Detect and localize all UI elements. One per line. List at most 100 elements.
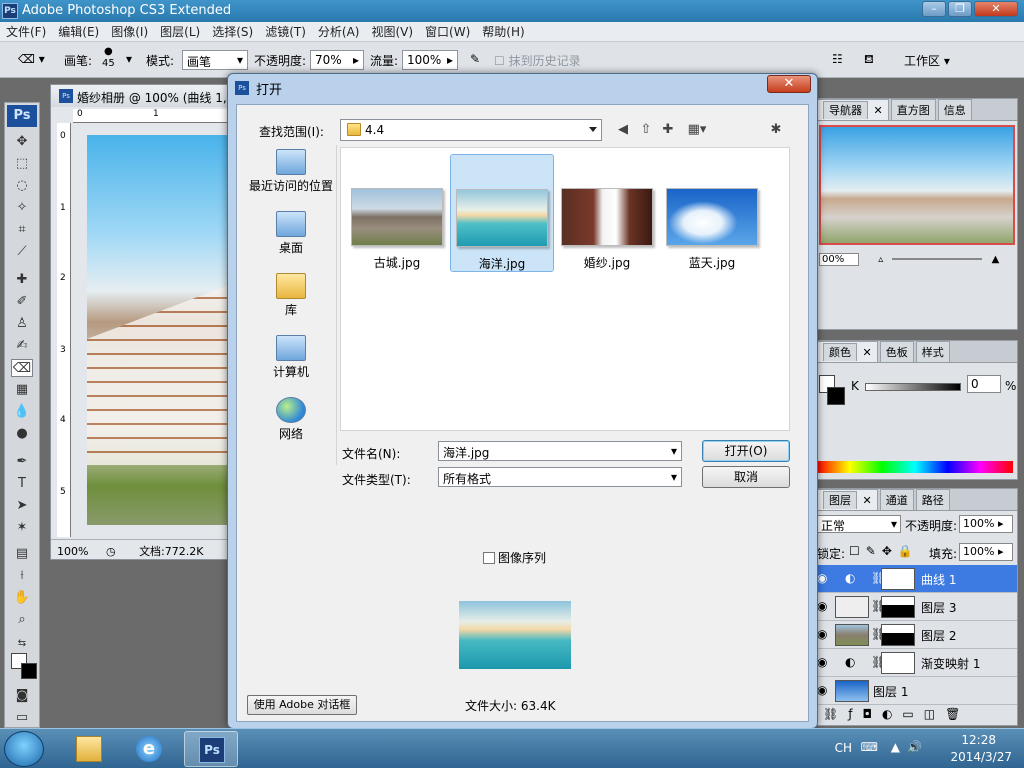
start-button[interactable]	[4, 731, 44, 767]
palette-icon[interactable]: ☷	[832, 52, 843, 66]
file-item[interactable]: 蓝天.jpg	[660, 154, 764, 272]
ruler-top[interactable]: 0 1	[73, 109, 229, 123]
tab-layers[interactable]: 图层 ✕	[817, 489, 878, 510]
layer-row[interactable]: ◉ 图层 1	[813, 677, 1017, 705]
tab-info[interactable]: 信息	[937, 99, 972, 120]
visibility-eye-icon[interactable]: ◉	[817, 683, 827, 697]
quick-mask-icon[interactable]: ◙	[11, 687, 33, 705]
image-canvas[interactable]	[87, 135, 229, 525]
filetype-select[interactable]: 所有格式 ▾	[438, 467, 682, 487]
dialog-title-bar[interactable]: Ps 打开	[228, 74, 817, 102]
hand-tool-icon[interactable]: ✋	[11, 589, 33, 607]
tab-color[interactable]: 颜色 ✕	[817, 341, 878, 362]
type-tool-icon[interactable]: T	[11, 475, 33, 493]
bridge-icon[interactable]: ⛾	[864, 52, 874, 68]
menu-layer[interactable]: 图层(L)	[160, 23, 200, 40]
back-icon[interactable]: ◀	[614, 121, 632, 139]
menu-select[interactable]: 选择(S)	[212, 23, 253, 40]
k-slider[interactable]	[865, 383, 961, 391]
fill-input[interactable]: 100% ▸	[959, 543, 1013, 561]
new-folder-icon[interactable]: ✚	[659, 121, 677, 139]
mode-select[interactable]: 画笔 ▾	[182, 50, 248, 70]
navigator-zoom-input[interactable]: 00%	[819, 253, 859, 266]
brush-preset-picker[interactable]: ● 45	[102, 46, 115, 70]
tab-channels[interactable]: 通道	[879, 489, 914, 510]
opacity-input[interactable]: 70% ▸	[310, 50, 364, 70]
place-computer[interactable]: 计算机	[245, 333, 337, 391]
path-select-tool-icon[interactable]: ➤	[11, 497, 33, 515]
menu-analysis[interactable]: 分析(A)	[318, 23, 360, 40]
blend-mode-select[interactable]: 正常 ▾	[817, 515, 901, 533]
visibility-eye-icon[interactable]: ◉	[817, 571, 827, 585]
layer-row[interactable]: ◉ ⛓ 图层 2	[813, 621, 1017, 649]
menu-filter[interactable]: 滤镜(T)	[265, 23, 306, 40]
eraser-tool-icon[interactable]: ⌫ ▾	[18, 52, 45, 66]
flow-input[interactable]: 100% ▸	[402, 50, 458, 70]
bridge-folder-icon[interactable]: ✱	[767, 121, 785, 139]
clock-date[interactable]: 2014/3/27	[950, 750, 1012, 764]
navigator-zoom-slider[interactable]	[892, 258, 983, 260]
layer-actions-bar[interactable]: ⛓ƒ◘◐▭◫🗑	[813, 705, 1017, 725]
layer-row[interactable]: ◉ ◐ ⛓ 曲线 1	[813, 565, 1017, 593]
minimize-button[interactable]: –	[922, 1, 946, 17]
color-bg-swatch[interactable]	[827, 387, 845, 405]
healing-brush-icon[interactable]: ✚	[11, 271, 33, 289]
view-menu-icon[interactable]: ▦▾	[683, 121, 711, 139]
layer-row[interactable]: ◉ ◐ ⛓ 渐变映射 1	[813, 649, 1017, 677]
blur-tool-icon[interactable]: 💧	[11, 403, 33, 421]
keyboard-icon[interactable]: ⌨	[861, 740, 878, 754]
tab-swatches[interactable]: 色板	[879, 341, 914, 362]
restore-button[interactable]: ❐	[948, 1, 972, 17]
visibility-eye-icon[interactable]: ◉	[817, 599, 827, 613]
tab-histogram[interactable]: 直方图	[890, 99, 936, 120]
file-item[interactable]: 海洋.jpg	[450, 154, 554, 272]
navigator-thumbnail[interactable]	[819, 125, 1015, 245]
cancel-button[interactable]: 取消	[702, 466, 790, 488]
erase-to-history-checkbox[interactable]: ☐ 抹到历史记录	[494, 52, 581, 69]
taskbar-explorer[interactable]	[62, 731, 116, 767]
zoom-out-icon[interactable]: ▵	[878, 254, 883, 265]
place-network[interactable]: 网络	[245, 395, 337, 453]
status-info-icon[interactable]: ◷	[106, 545, 116, 558]
crop-tool-icon[interactable]: ⌗	[11, 221, 33, 239]
background-color-swatch[interactable]	[21, 663, 37, 679]
history-brush-icon[interactable]: ✍	[11, 337, 33, 355]
brush-dropdown-icon[interactable]: ▾	[126, 52, 132, 66]
slice-tool-icon[interactable]: ⟋	[11, 243, 33, 261]
file-item[interactable]: 古城.jpg	[345, 154, 449, 272]
file-item[interactable]: 婚纱.jpg	[555, 154, 659, 272]
clone-stamp-icon[interactable]: ♙	[11, 315, 33, 333]
image-sequence-checkbox[interactable]: 图像序列	[483, 549, 546, 566]
look-in-select[interactable]: 4.4	[340, 119, 602, 141]
menu-image[interactable]: 图像(I)	[111, 23, 148, 40]
close-app-button[interactable]: ✕	[974, 1, 1018, 17]
menu-window[interactable]: 窗口(W)	[425, 23, 470, 40]
eraser-tool-icon-active[interactable]: ⌫	[11, 359, 33, 377]
eyedropper-tool-icon[interactable]: ⟊	[11, 567, 33, 585]
magic-wand-tool-icon[interactable]: ✧	[11, 199, 33, 217]
tray-expand-icon[interactable]: ▲	[891, 740, 900, 754]
place-library[interactable]: 库	[245, 271, 337, 329]
filename-input[interactable]: 海洋.jpg ▾	[438, 441, 682, 461]
zoom-level[interactable]: 100%	[57, 545, 88, 558]
lock-icons[interactable]: ☐✎✥🔒	[849, 544, 919, 558]
dialog-close-button[interactable]: ✕	[767, 75, 811, 93]
ruler-left[interactable]: 0 1 2 3 4 5	[57, 123, 71, 537]
notes-tool-icon[interactable]: ▤	[11, 545, 33, 563]
gradient-tool-icon[interactable]: ▦	[11, 381, 33, 399]
taskbar-photoshop[interactable]: Ps	[184, 731, 238, 767]
pen-tool-icon[interactable]: ✒	[11, 453, 33, 471]
visibility-eye-icon[interactable]: ◉	[817, 627, 827, 641]
use-adobe-dialog-button[interactable]: 使用 Adobe 对话框	[247, 695, 357, 715]
lasso-tool-icon[interactable]: ◌	[11, 177, 33, 195]
brush-tool-icon[interactable]: ✐	[11, 293, 33, 311]
screen-mode-icon[interactable]: ▭	[11, 709, 33, 727]
language-indicator[interactable]: CH	[835, 741, 852, 755]
place-desktop[interactable]: 桌面	[245, 209, 337, 267]
shape-tool-icon[interactable]: ✶	[11, 519, 33, 537]
zoom-tool-icon[interactable]: ⌕	[11, 611, 33, 629]
dodge-tool-icon[interactable]: ●	[11, 425, 33, 443]
workspace-menu[interactable]: 工作区 ▾	[904, 52, 950, 69]
tab-navigator[interactable]: 导航器 ✕	[817, 99, 889, 120]
k-value-input[interactable]: 0	[967, 375, 1001, 393]
